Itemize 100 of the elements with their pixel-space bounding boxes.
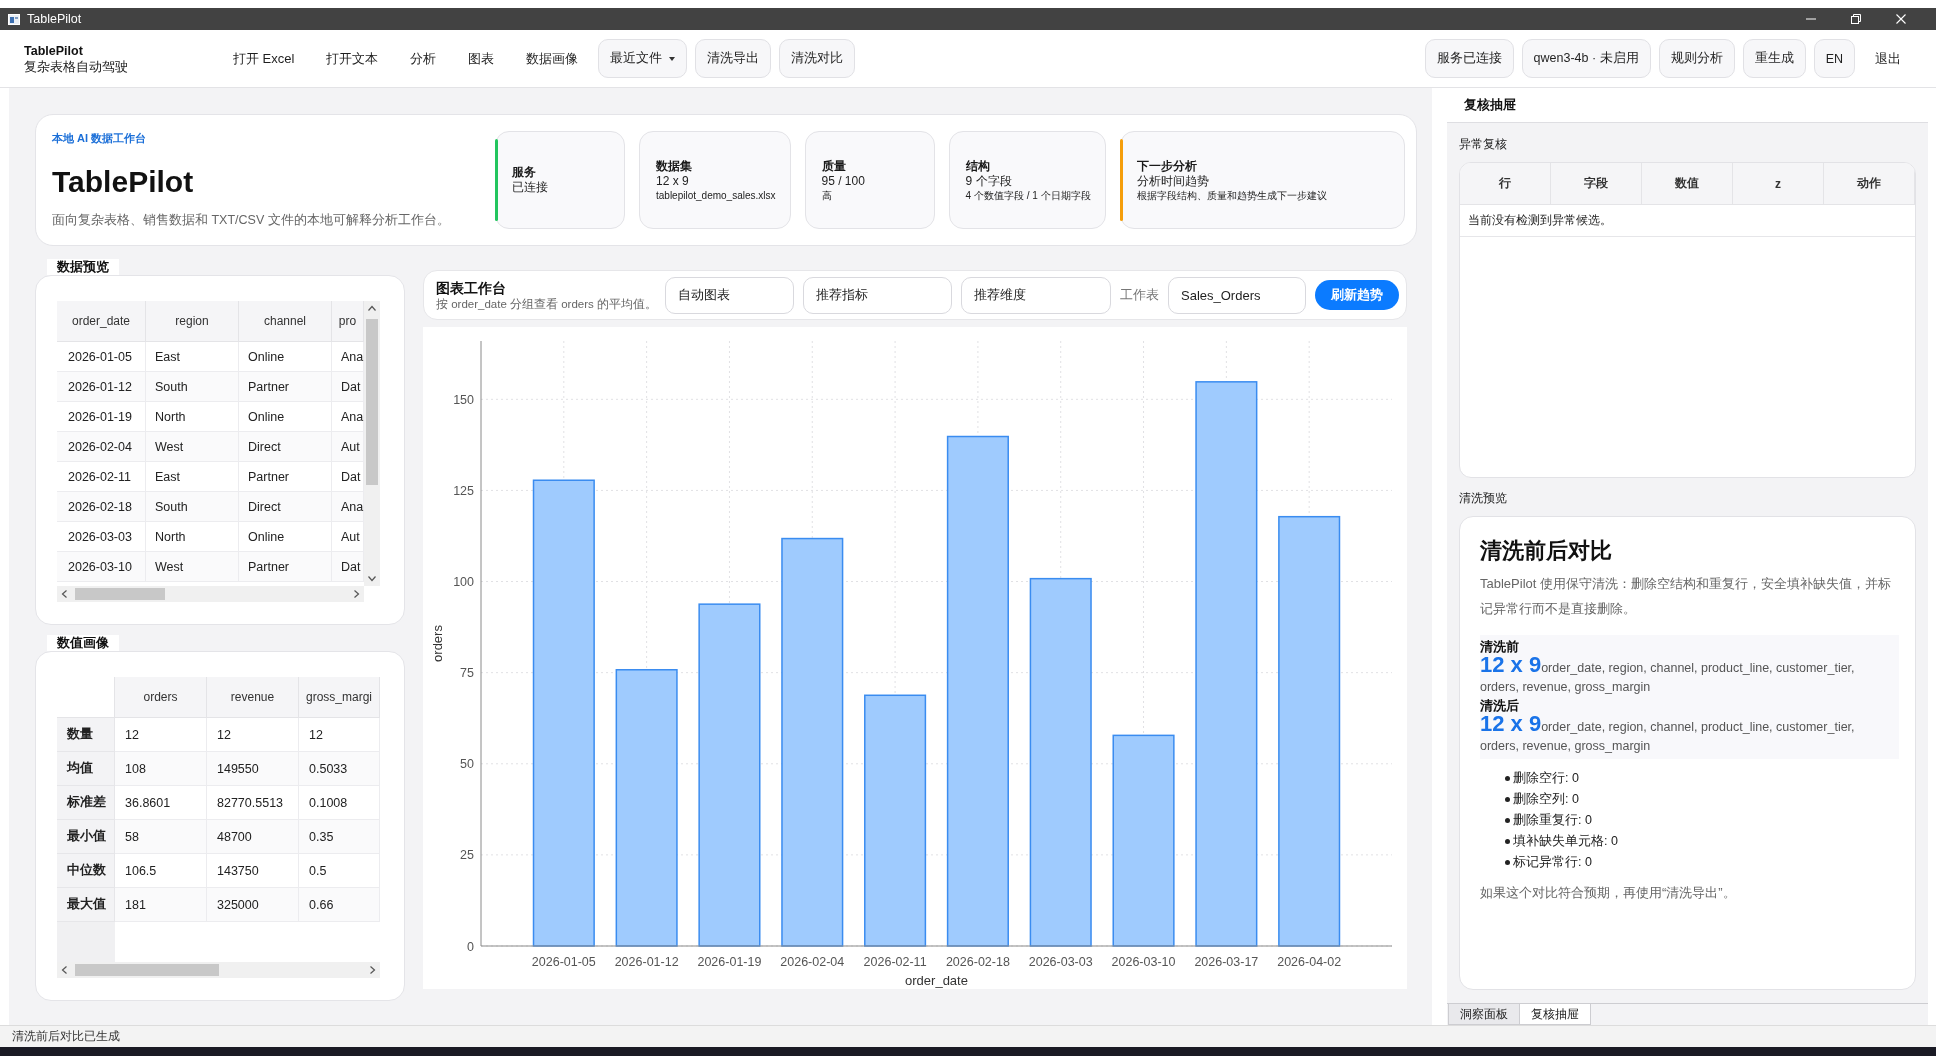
table-cell: 0.5033: [299, 752, 380, 786]
column-header: gross_margi: [299, 677, 380, 718]
table-cell: Ana: [332, 492, 364, 522]
menu-item[interactable]: 数据画像: [526, 50, 579, 67]
axis-title: orders: [430, 625, 445, 662]
section-label: 异常复核: [1459, 136, 1507, 152]
table-cell: West: [146, 432, 239, 462]
vertical-scrollbar[interactable]: [364, 301, 380, 586]
bullet-icon: [1505, 818, 1510, 823]
table-cell: 2026-01-19: [57, 402, 146, 432]
close-icon[interactable]: [1896, 14, 1906, 24]
table-cell: 2026-02-11: [57, 462, 146, 492]
row-header: 均值: [57, 752, 115, 786]
stat-value: 分析时间趋势: [1136, 173, 1209, 189]
comparison-note: 如果这个对比符合预期，再使用“清洗导出”。: [1480, 884, 1736, 902]
stat-label: 服务: [512, 165, 536, 180]
row-header: 标准差: [57, 786, 115, 820]
stat-value: 12 x 9: [656, 173, 689, 189]
row-header: 数量: [57, 718, 115, 752]
restore-icon[interactable]: [1851, 14, 1861, 24]
table-cell: 149550: [207, 752, 299, 786]
chevron-right-icon[interactable]: [354, 590, 360, 598]
field-label: 工作表: [1120, 286, 1159, 304]
table-cell: Dat: [332, 372, 364, 402]
menu-item[interactable]: 打开文本: [326, 50, 379, 67]
scrollbar-thumb[interactable]: [366, 319, 378, 485]
table-cell: 2026-02-18: [57, 492, 146, 522]
table-cell: 181: [115, 888, 207, 922]
table-cell: 12: [115, 718, 207, 752]
table-cell: Online: [239, 402, 332, 432]
toolbar-button[interactable]: 清洗导出: [695, 39, 772, 78]
axis-tick-label: 125: [453, 483, 474, 498]
chevron-right-icon[interactable]: [370, 966, 376, 974]
table-cell: 143750: [207, 854, 299, 888]
table-cell: 12: [299, 718, 380, 752]
stat-value: 9 个字段: [965, 173, 1012, 189]
table-cell: North: [146, 402, 239, 432]
row-header: 最小值: [57, 820, 115, 854]
menu-item[interactable]: 图表: [468, 50, 495, 67]
toolbar-button[interactable]: 清洗对比: [779, 39, 856, 78]
toolbar-button[interactable]: 规则分析: [1658, 39, 1735, 78]
toolbar-button[interactable]: qwen3-4b · 未启用: [1521, 39, 1651, 78]
select-field[interactable]: 自动图表: [665, 276, 794, 314]
refresh-button[interactable]: 刷新趋势: [1315, 280, 1399, 310]
select-field[interactable]: 推荐维度: [961, 276, 1111, 314]
toolbar-button[interactable]: 重生成: [1742, 39, 1806, 78]
axis-tick-label: 0: [467, 939, 474, 954]
column-header: 动作: [1824, 163, 1915, 205]
table-cell: 12: [207, 718, 299, 752]
axis-tick-label: 2026-03-17: [1194, 955, 1259, 969]
chevron-left-icon[interactable]: [61, 590, 67, 598]
stat-label: 质量: [821, 158, 846, 174]
select-field[interactable]: 推荐指标: [803, 276, 952, 314]
dropdown-button[interactable]: 最近文件: [598, 39, 688, 78]
table-cell: South: [146, 372, 239, 402]
scrollbar-thumb[interactable]: [75, 964, 219, 976]
table-cell: East: [146, 342, 239, 372]
axis-tick-label: 100: [453, 575, 474, 590]
cleaning-stat: 删除空行: 0: [1513, 770, 1579, 787]
brand-tagline: 复杂表格自动驾驶: [24, 58, 128, 75]
menu-item[interactable]: 退出: [1875, 50, 1901, 67]
comparison-summary: 12 x 9order_date, region, channel, product_line, customer_tier, orders, revenue, gross_margin: [1480, 714, 1856, 755]
comparison-label: 清洗前: [1480, 638, 1519, 655]
table-cell: 2026-01-12: [57, 372, 146, 402]
section-title: 数据预览: [47, 259, 119, 275]
chevron-down-icon[interactable]: [368, 576, 376, 582]
bullet-icon: [1505, 776, 1510, 781]
axis-tick-label: 2026-02-04: [780, 955, 845, 969]
horizontal-scrollbar[interactable]: [57, 586, 364, 602]
stat-note: tablepilot_demo_sales.xlsx: [656, 188, 776, 202]
scrollbar-thumb[interactable]: [75, 588, 165, 600]
chart-title: 图表工作台: [436, 278, 506, 297]
toolbar-button[interactable]: EN: [1813, 39, 1855, 78]
table-cell: 0.66: [299, 888, 380, 922]
axis-tick-label: 150: [453, 392, 474, 407]
toolbar-button[interactable]: 服务已连接: [1424, 39, 1514, 78]
table-cell: Dat: [332, 552, 364, 582]
chevron-left-icon[interactable]: [61, 966, 67, 974]
axis-tick-label: 2026-03-10: [1111, 955, 1176, 969]
empty-table-message: 当前没有检测到异常候选。: [1460, 205, 1915, 237]
brand-name: TablePilot: [24, 42, 83, 59]
hero-eyebrow: 本地 AI 数据工作台: [52, 132, 147, 145]
axis-tick-label: 50: [460, 757, 474, 772]
table-cell: 108: [115, 752, 207, 786]
drawer-tab[interactable]: 洞察面板: [1448, 1004, 1520, 1025]
table-cell: Partner: [239, 372, 332, 402]
drawer-tab[interactable]: 复核抽屉: [1519, 1004, 1591, 1025]
table-cell: Online: [239, 342, 332, 372]
menu-item[interactable]: 打开 Excel: [233, 50, 295, 67]
horizontal-scrollbar[interactable]: [57, 962, 380, 978]
chevron-up-icon[interactable]: [368, 305, 376, 311]
stat-label: 结构: [965, 158, 990, 174]
stat-value: 已连接: [512, 180, 548, 195]
sheet-field[interactable]: Sales_Orders: [1168, 276, 1306, 314]
bullet-icon: [1505, 797, 1510, 802]
menu-item[interactable]: 分析: [410, 50, 437, 67]
column-header: z: [1733, 163, 1824, 205]
table-cell: 2026-02-04: [57, 432, 146, 462]
table-cell: North: [146, 522, 239, 552]
table-cell: 0.35: [299, 820, 380, 854]
